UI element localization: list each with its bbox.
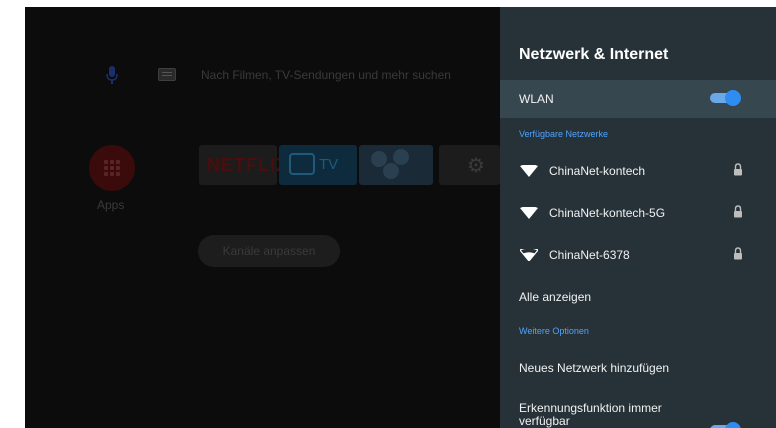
wifi-icon (520, 165, 538, 177)
network-name: ChinaNet-kontech-5G (549, 206, 666, 220)
network-settings-panel: Netzwerk & Internet WLAN Verfügbare Netz… (500, 7, 776, 428)
games-artwork (393, 149, 409, 165)
show-all-row[interactable]: Alle anzeigen (500, 278, 776, 316)
switch-knob (725, 422, 741, 428)
available-networks-heading: Verfügbare Netzwerke (519, 129, 609, 139)
netflix-tile[interactable]: NETFLIX (199, 145, 288, 185)
apps-button[interactable] (89, 145, 135, 191)
apps-grid-icon (104, 160, 120, 176)
switch-knob (725, 90, 741, 106)
lock-icon (734, 163, 742, 176)
add-network-label: Neues Netzwerk hinzufügen (519, 361, 670, 375)
keyboard-icon[interactable] (158, 68, 176, 81)
games-tile[interactable] (359, 145, 433, 185)
tv-icon (289, 153, 315, 175)
mic-icon[interactable] (105, 65, 119, 85)
network-name: ChinaNet-kontech (549, 164, 646, 178)
settings-tile[interactable]: ⚙ (439, 145, 500, 185)
tv-screen: Nach Filmen, TV-Sendungen und mehr suche… (25, 7, 776, 428)
more-options-heading: Weitere Optionen (519, 326, 589, 336)
home-screen-dimmed: Nach Filmen, TV-Sendungen und mehr suche… (25, 7, 500, 428)
tv-tile-label: TV (319, 156, 339, 173)
network-item[interactable]: ChinaNet-kontech (500, 152, 776, 190)
customize-channels-button[interactable]: Kanäle anpassen (198, 235, 340, 267)
games-artwork (383, 163, 399, 179)
show-all-label: Alle anzeigen (519, 290, 592, 304)
scanning-always-available-label[interactable]: Erkennungsfunktion immer verfügbar (519, 402, 699, 428)
wlan-label: WLAN (519, 92, 554, 106)
wifi-icon (520, 207, 538, 219)
network-item[interactable]: ChinaNet-6378 (500, 236, 776, 274)
wlan-toggle-row[interactable]: WLAN (500, 80, 776, 118)
lock-icon (734, 205, 742, 218)
panel-title: Netzwerk & Internet (519, 46, 669, 63)
settings-gear-icon: ⚙ (467, 155, 485, 177)
lock-icon (734, 247, 742, 260)
add-network-row[interactable]: Neues Netzwerk hinzufügen (500, 349, 776, 387)
search-placeholder[interactable]: Nach Filmen, TV-Sendungen und mehr suche… (201, 68, 451, 82)
network-name: ChinaNet-6378 (549, 248, 630, 262)
apps-label: Apps (97, 198, 125, 212)
network-item[interactable]: ChinaNet-kontech-5G (500, 194, 776, 232)
tv-tile[interactable]: TV (279, 145, 357, 185)
wlan-switch[interactable] (710, 90, 741, 106)
netflix-logo: NETFLIX (207, 155, 289, 175)
customize-channels-label: Kanäle anpassen (222, 244, 316, 258)
wifi-icon (520, 249, 538, 261)
